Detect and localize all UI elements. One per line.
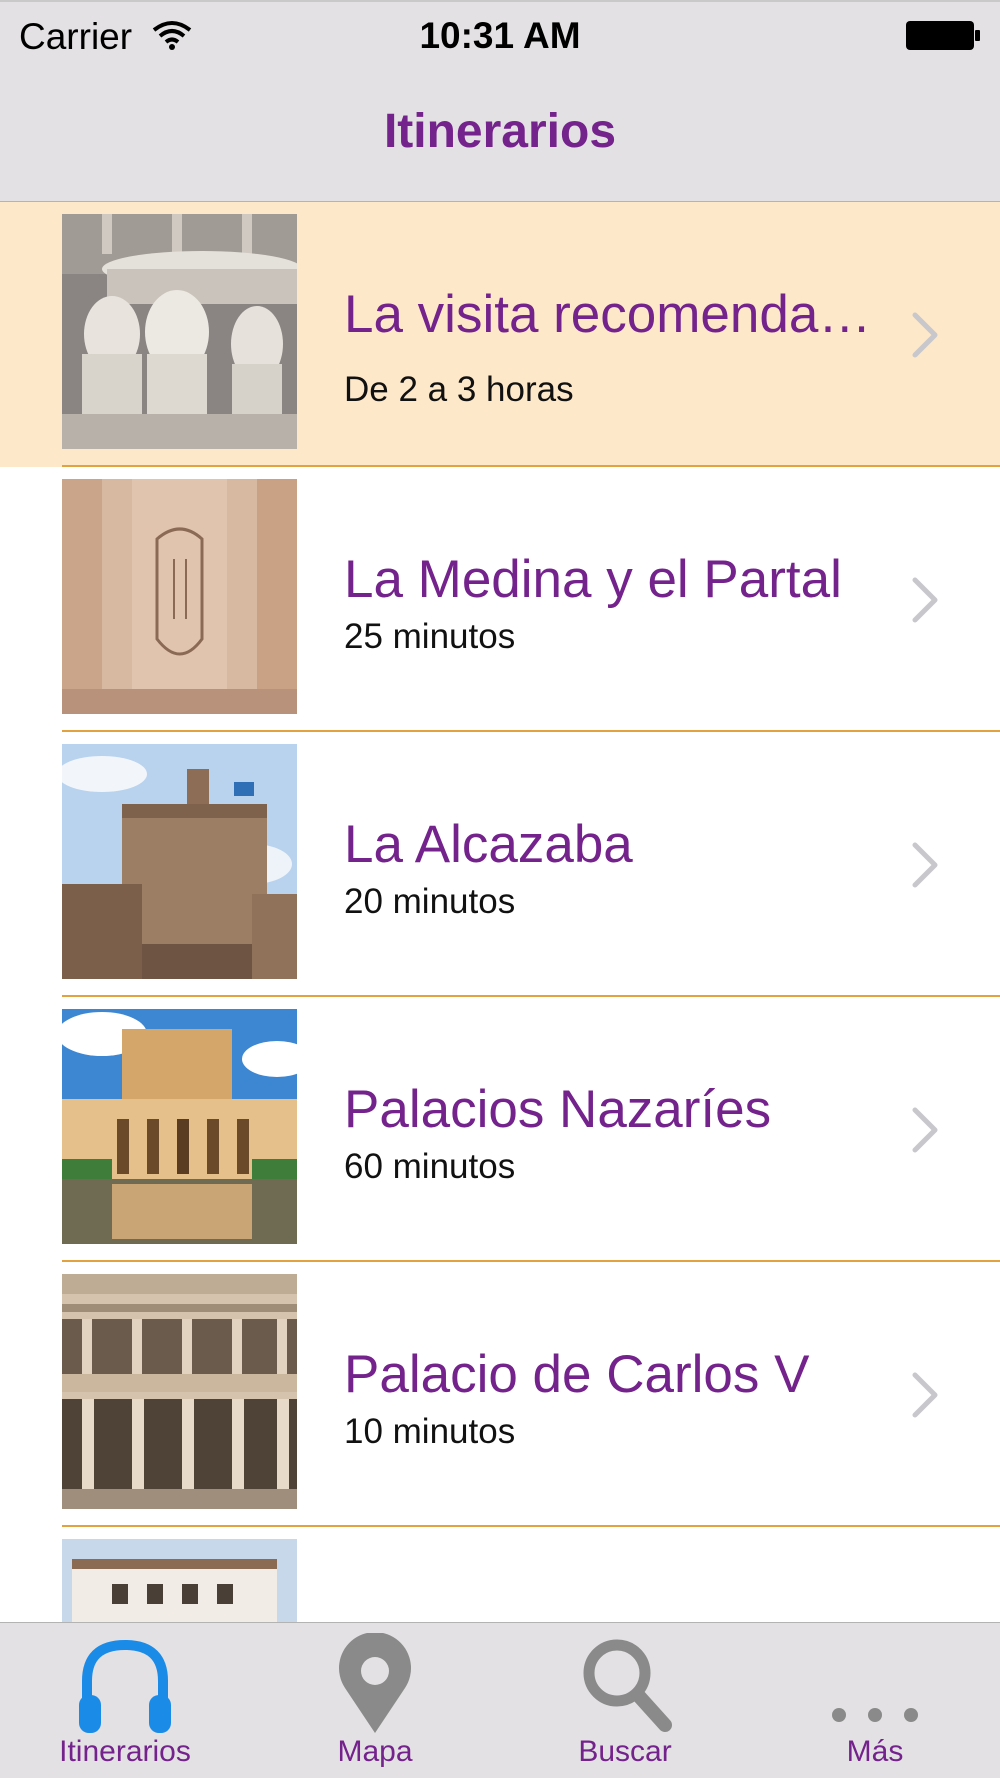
chevron-right-icon bbox=[912, 577, 938, 623]
itinerary-duration: 25 minutos bbox=[344, 617, 516, 656]
itinerary-thumbnail-medina bbox=[62, 479, 297, 714]
itinerary-duration: 20 minutos bbox=[344, 882, 516, 921]
navigation-bar: Itinerarios bbox=[0, 66, 1000, 202]
itinerary-thumbnail-carlos-v bbox=[62, 1274, 297, 1509]
map-pin-icon bbox=[339, 1633, 411, 1733]
tab-mas[interactable]: Más bbox=[750, 1623, 1000, 1779]
itinerary-title: Palacios Nazaríes bbox=[344, 1080, 772, 1139]
tab-mapa[interactable]: Mapa bbox=[250, 1623, 500, 1779]
status-bar: Carrier 10:31 AM bbox=[0, 0, 1000, 66]
headphones-icon bbox=[79, 1639, 171, 1733]
itinerary-row[interactable]: La visita recomenda… De 2 a 3 horas bbox=[0, 202, 1000, 467]
chevron-right-icon bbox=[912, 1107, 938, 1153]
page-title: Itinerarios bbox=[383, 105, 617, 158]
tab-label: Más bbox=[846, 1735, 904, 1768]
itinerary-list[interactable]: La visita recomenda… De 2 a 3 horas La M… bbox=[0, 202, 1000, 1622]
itinerary-thumbnail-generalife bbox=[62, 1539, 297, 1622]
tab-label: Buscar bbox=[578, 1735, 672, 1768]
search-icon bbox=[583, 1639, 672, 1732]
itinerary-title: La Medina y el Partal bbox=[344, 550, 842, 609]
chevron-right-icon bbox=[912, 312, 938, 358]
itinerary-duration: De 2 a 3 horas bbox=[344, 370, 574, 409]
itinerary-thumbnail-lions bbox=[62, 214, 297, 449]
itinerary-thumbnail-alcazaba bbox=[62, 744, 297, 979]
tab-bar: Itinerarios Mapa Buscar Más bbox=[0, 1622, 1000, 1778]
itinerary-duration: 60 minutos bbox=[344, 1147, 516, 1186]
battery-icon bbox=[906, 21, 980, 50]
status-time: 10:31 AM bbox=[419, 15, 581, 56]
itinerary-row[interactable] bbox=[0, 1527, 1000, 1622]
more-icon bbox=[832, 1708, 918, 1722]
itinerary-row[interactable]: La Medina y el Partal 25 minutos bbox=[0, 467, 1000, 732]
tab-buscar[interactable]: Buscar bbox=[500, 1623, 750, 1779]
chevron-right-icon bbox=[912, 1372, 938, 1418]
itinerary-title: La visita recomenda… bbox=[344, 285, 872, 344]
itinerary-row[interactable]: Palacio de Carlos V 10 minutos bbox=[0, 1262, 1000, 1527]
itinerary-title: La Alcazaba bbox=[344, 815, 633, 874]
tab-itinerarios[interactable]: Itinerarios bbox=[0, 1623, 250, 1779]
chevron-right-icon bbox=[912, 842, 938, 888]
tab-label: Itinerarios bbox=[59, 1735, 191, 1768]
itinerary-duration: 10 minutos bbox=[344, 1412, 516, 1451]
tab-label: Mapa bbox=[337, 1735, 413, 1768]
itinerary-row[interactable]: Palacios Nazaríes 60 minutos bbox=[0, 997, 1000, 1262]
itinerary-thumbnail-nazaries bbox=[62, 1009, 297, 1244]
itinerary-row[interactable]: La Alcazaba 20 minutos bbox=[0, 732, 1000, 997]
itinerary-title: Palacio de Carlos V bbox=[344, 1345, 810, 1404]
